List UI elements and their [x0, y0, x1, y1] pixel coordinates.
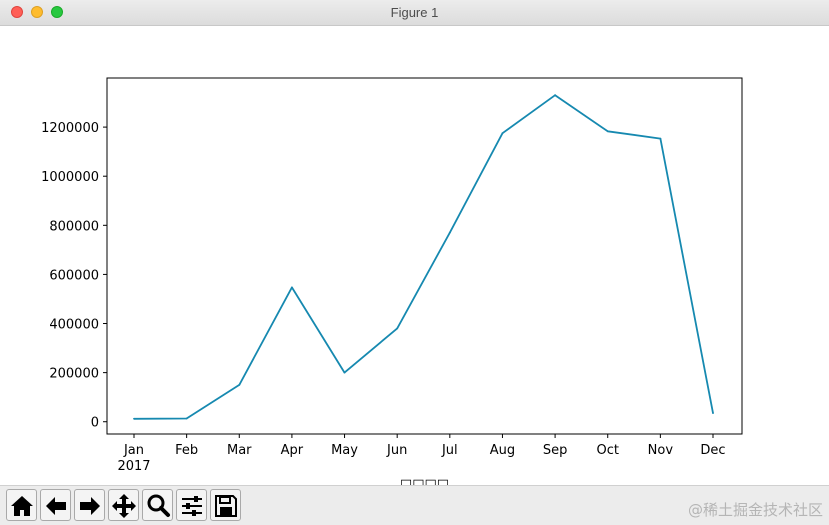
- data-point: [291, 286, 293, 289]
- move-icon: [112, 494, 136, 518]
- x-tick-label: Feb: [175, 443, 198, 458]
- data-point: [343, 371, 346, 374]
- figure-canvas: 0 200000 400000 600000 800000 1000000 1200000 J…: [0, 26, 829, 492]
- line-chart: 0 200000 400000 600000 800000 1000000 1200000 J…: [41, 77, 743, 492]
- title-bar[interactable]: Figure 1: [0, 0, 829, 26]
- home-icon: [11, 496, 33, 516]
- y-tick-label: 600000: [49, 268, 99, 283]
- y-tick-label: 200000: [49, 367, 99, 382]
- data-point: [396, 327, 399, 330]
- data-point: [185, 417, 188, 420]
- x-tick-label: Sep: [543, 443, 568, 458]
- zoom-icon: [147, 494, 170, 517]
- plot-frame: [106, 77, 743, 435]
- navigation-toolbar: @稀土掘金技术社区: [0, 485, 829, 525]
- x-tick-label: Dec: [700, 443, 725, 458]
- save-icon: [215, 495, 237, 517]
- back-button[interactable]: [40, 489, 71, 521]
- x-tick-label: May: [331, 443, 358, 458]
- x-tick-label: Oct: [596, 443, 618, 458]
- x-tick-label: Jan 2017: [117, 443, 150, 474]
- data-point: [606, 130, 609, 133]
- sliders-icon: [182, 496, 202, 516]
- data-point: [448, 231, 451, 234]
- zoom-button[interactable]: [142, 489, 173, 521]
- x-tick-label: Apr: [281, 443, 304, 458]
- y-tick-label: 800000: [49, 219, 99, 234]
- window-title: Figure 1: [390, 5, 439, 20]
- x-axis-label: □□□□: [400, 477, 449, 485]
- x-tick-label: Aug: [490, 443, 515, 458]
- data-point: [554, 94, 556, 97]
- x-tick-label: Jul: [441, 443, 458, 458]
- data-point: [659, 137, 662, 140]
- data-point: [133, 417, 135, 420]
- configure-subplots-button[interactable]: [176, 489, 207, 521]
- y-tick-label: 400000: [49, 318, 99, 333]
- x-tick-label: Nov: [648, 443, 674, 458]
- watermark: @稀土掘金技术社区: [687, 501, 823, 519]
- y-tick-label: 1200000: [41, 121, 99, 136]
- y-tick-label: 1000000: [41, 170, 99, 185]
- data-point: [712, 412, 714, 415]
- pan-button[interactable]: [108, 489, 139, 521]
- home-button[interactable]: [6, 489, 37, 521]
- arrow-left-icon: [46, 497, 66, 515]
- data-point: [238, 383, 241, 386]
- x-tick-label: Mar: [227, 443, 252, 458]
- save-button[interactable]: [210, 489, 241, 521]
- series-line: [133, 94, 714, 420]
- x-tick-label: Jun: [386, 443, 407, 458]
- y-tick-label: 0: [91, 416, 99, 431]
- data-point: [501, 132, 504, 135]
- figure-window: Figure 1 0 200000 400000 600000 800000 100000…: [0, 0, 829, 525]
- arrow-right-icon: [80, 497, 100, 515]
- forward-button[interactable]: [74, 489, 105, 521]
